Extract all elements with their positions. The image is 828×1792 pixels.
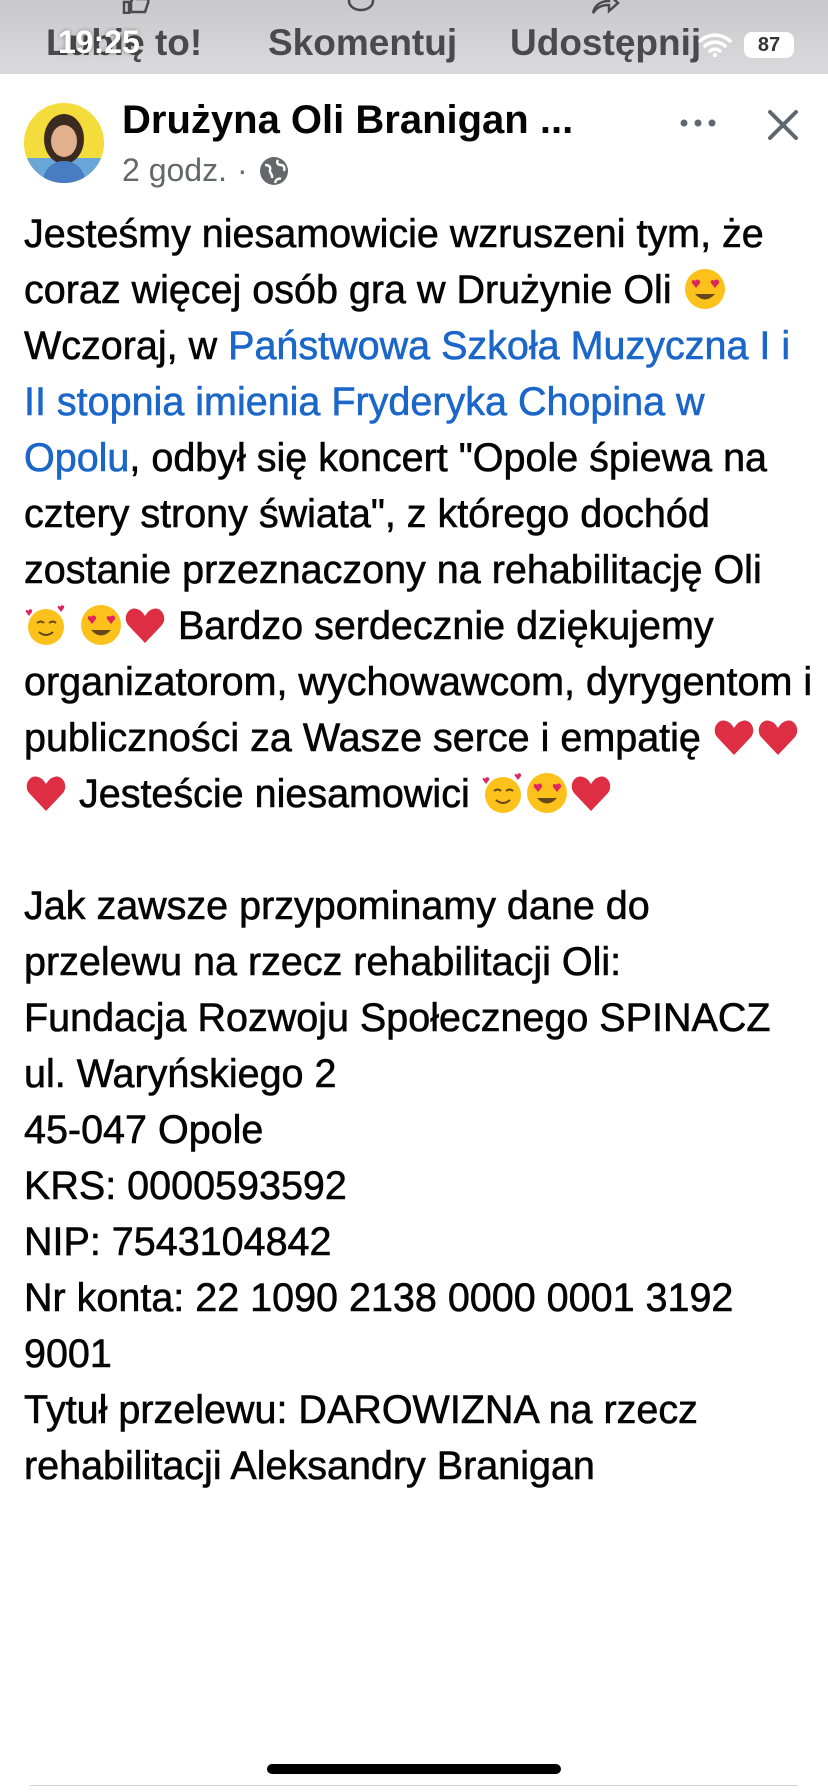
krs-number: KRS: 0000593592 [24, 1164, 347, 1209]
heart-eyes-emoji-icon [80, 605, 121, 645]
address-street: ul. Waryńskiego 2 [24, 1052, 337, 1097]
globe-icon [259, 156, 288, 185]
red-heart-emoji-icon [714, 720, 754, 755]
thumbs-up-icon [122, 0, 150, 14]
text-segment: Wczoraj, w [24, 324, 229, 369]
status-indicators: 87 [698, 32, 794, 58]
close-icon[interactable] [762, 104, 804, 146]
avatar[interactable] [24, 103, 104, 183]
post-text: Jesteśmy niesamowicie wzruszeni tym, że … [24, 206, 814, 1494]
red-heart-emoji-icon [26, 776, 66, 811]
comment-button[interactable]: Skomentuj [268, 0, 458, 64]
post-time[interactable]: 2 godz. [122, 152, 227, 189]
author-name[interactable]: Drużyna Oli Branigan ... [122, 98, 662, 143]
foundation-name: Fundacja Rozwoju Społecznego SPINACZ [24, 996, 771, 1041]
battery-indicator: 87 [744, 32, 794, 58]
post-paragraph-1: Jesteśmy niesamowicie wzruszeni tym, że … [24, 206, 814, 822]
transfer-title: Tytuł przelewu: DAROWIZNA na rzecz rehab… [24, 1388, 698, 1489]
status-time: 19:25 [58, 24, 140, 60]
text-segment: Jesteście niesamowici [68, 772, 481, 817]
share-icon [591, 0, 620, 14]
address-city: 45-047 Opole [24, 1108, 264, 1153]
red-heart-emoji-icon [571, 776, 610, 811]
bottom-divider [30, 1785, 798, 1786]
transfer-intro: Jak zawsze przypominamy dane do przelewu… [24, 884, 650, 985]
post-meta: 2 godz. · [122, 152, 290, 189]
red-heart-emoji-icon [125, 608, 165, 643]
share-label: Udostępnij [510, 22, 702, 63]
comment-icon [347, 0, 375, 12]
heart-eyes-emoji-icon [526, 773, 567, 813]
post-action-bar: Lubię to! Skomentuj Udostępnij 19:25 87 [0, 0, 828, 74]
text-segment: , odbył się koncert "Opole śpiewa na czt… [24, 436, 768, 593]
nip-number: NIP: 7543104842 [24, 1220, 332, 1265]
account-number: Nr konta: 22 1090 2138 0000 0001 3192 90… [24, 1276, 734, 1377]
smiling-hearts-emoji-icon [482, 773, 521, 813]
text-segment: Jesteśmy niesamowicie wzruszeni tym, że … [24, 212, 764, 313]
wifi-icon [698, 33, 732, 57]
home-indicator[interactable] [267, 1764, 561, 1774]
more-options-icon[interactable] [676, 108, 720, 138]
comment-label: Skomentuj [268, 22, 458, 63]
red-heart-emoji-icon [758, 720, 798, 755]
meta-separator: · [236, 152, 248, 188]
smiling-hearts-emoji-icon [25, 605, 65, 645]
avatar-photo [24, 103, 104, 183]
heart-eyes-emoji-icon [684, 269, 725, 309]
share-button[interactable]: Udostępnij [510, 0, 702, 64]
